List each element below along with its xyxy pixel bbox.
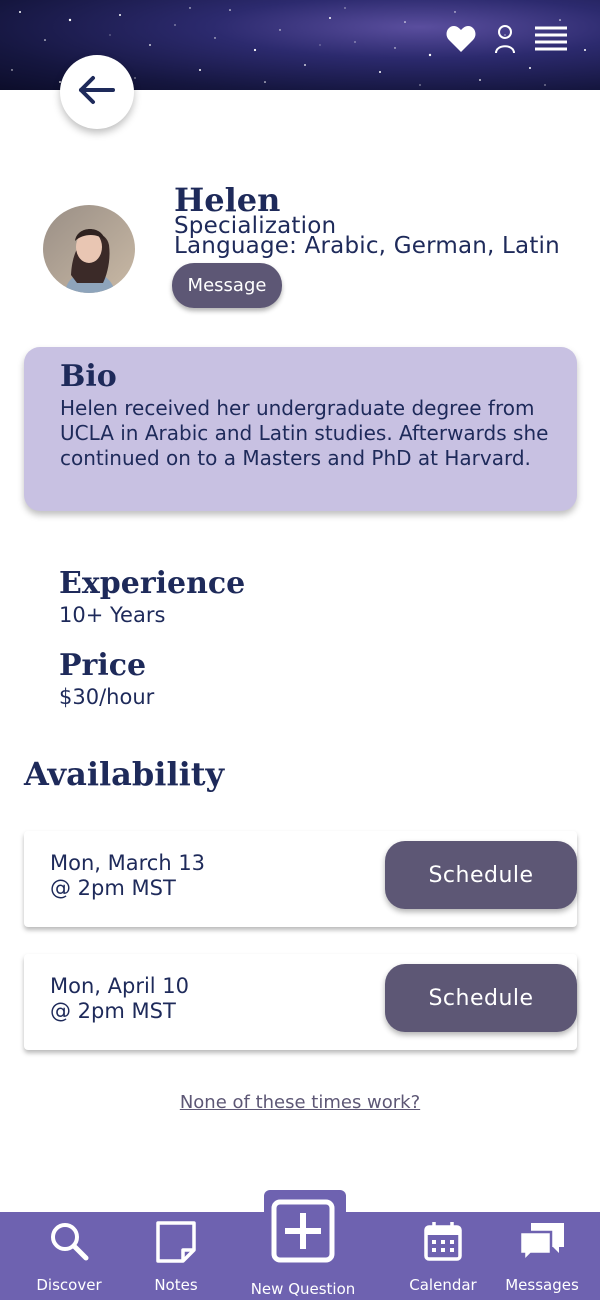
avatar xyxy=(43,205,135,293)
arrow-left-icon xyxy=(78,75,116,109)
nav-item-new-question[interactable]: New Question xyxy=(244,1199,362,1300)
slot-time: @ 2pm MST xyxy=(50,999,176,1023)
note-icon xyxy=(155,1220,197,1268)
schedule-button[interactable]: Schedule xyxy=(385,964,577,1032)
search-icon xyxy=(48,1220,90,1266)
bio-card: Bio Helen received her undergraduate deg… xyxy=(24,347,577,511)
schedule-button[interactable]: Schedule xyxy=(385,841,577,909)
plus-box-icon xyxy=(270,1198,336,1268)
no-times-link[interactable]: None of these times work? xyxy=(0,1092,600,1113)
user-icon[interactable] xyxy=(494,24,516,54)
price-title: Price xyxy=(59,648,147,683)
nav-label-calendar: Calendar xyxy=(409,1276,477,1294)
experience-value: 10+ Years xyxy=(59,603,166,627)
availability-slot: Mon, March 13 @ 2pm MST Schedule xyxy=(24,831,577,927)
header-actions xyxy=(446,24,568,54)
nav-label-new-question: New Question xyxy=(250,1280,356,1298)
availability-slot: Mon, April 10 @ 2pm MST Schedule xyxy=(24,954,577,1050)
slot-date: Mon, April 10 xyxy=(50,974,190,998)
chat-bubbles-icon xyxy=(517,1220,567,1268)
bio-text: Helen received her undergraduate degree … xyxy=(60,396,549,470)
bio-title: Bio xyxy=(60,359,117,394)
heart-icon[interactable] xyxy=(446,25,476,53)
menu-icon[interactable] xyxy=(534,25,568,53)
nav-item-discover[interactable]: Discover xyxy=(28,1212,110,1300)
experience-title: Experience xyxy=(59,566,246,601)
profile-languages: Language: Arabic, German, Latin xyxy=(174,233,560,259)
nav-item-notes[interactable]: Notes xyxy=(135,1212,217,1300)
calendar-icon xyxy=(423,1220,463,1266)
nav-item-messages[interactable]: Messages xyxy=(501,1212,583,1300)
availability-title: Availability xyxy=(24,755,225,793)
slot-time: @ 2pm MST xyxy=(50,876,176,900)
slot-date: Mon, March 13 xyxy=(50,851,206,875)
nav-label-discover: Discover xyxy=(36,1276,102,1294)
nav-item-calendar[interactable]: Calendar xyxy=(402,1212,484,1300)
price-value: $30/hour xyxy=(59,685,155,709)
nav-label-notes: Notes xyxy=(154,1276,198,1294)
back-button[interactable] xyxy=(60,55,134,129)
message-button[interactable]: Message xyxy=(172,263,282,308)
nav-label-messages: Messages xyxy=(505,1276,579,1294)
